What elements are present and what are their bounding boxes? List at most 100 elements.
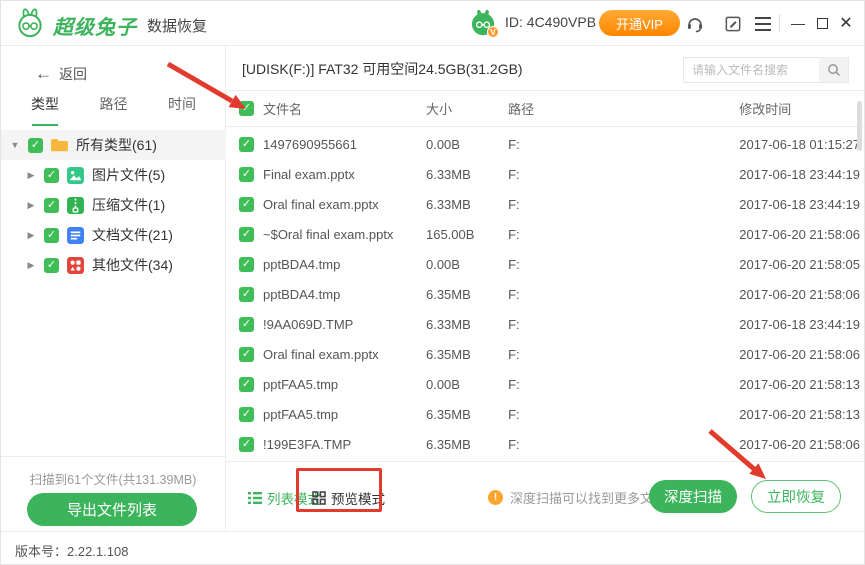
- row-checkbox[interactable]: [239, 377, 254, 392]
- cell-file-path: F:: [508, 227, 730, 242]
- close-button[interactable]: ✕: [835, 11, 857, 35]
- expander-icon[interactable]: ▶: [25, 260, 37, 271]
- tree-item-label: 所有类型(61): [76, 135, 157, 155]
- export-file-list-button[interactable]: 导出文件列表: [27, 493, 197, 526]
- table-row[interactable]: pptBDA4.tmp 6.35MB F: 2017-06-20 21:58:0…: [226, 279, 865, 309]
- sidebar-tab[interactable]: 类型: [31, 94, 59, 126]
- cell-file-size: 0.00B: [426, 137, 499, 152]
- cell-file-size: 6.35MB: [426, 347, 499, 362]
- titlebar: 超级兔子 数据恢复 V ID: 4C490VPB 开通VIP: [1, 1, 865, 46]
- file-type-tree: ▼ 所有类型(61) ▶: [1, 130, 226, 280]
- expander-icon[interactable]: ▶: [25, 170, 37, 181]
- cell-modified-time: 2017-06-20 21:58:05: [739, 257, 865, 272]
- checkbox[interactable]: [28, 138, 43, 153]
- row-checkbox[interactable]: [239, 137, 254, 152]
- cell-modified-time: 2017-06-20 21:58:06: [739, 227, 865, 242]
- expander-icon[interactable]: ▼: [9, 140, 21, 150]
- tree-item[interactable]: ▶ 图片文件(5): [1, 160, 226, 190]
- tree-item-label: 图片文件(5): [92, 165, 165, 185]
- row-checkbox[interactable]: [239, 197, 254, 212]
- table-row[interactable]: Oral final exam.pptx 6.35MB F: 2017-06-2…: [226, 339, 865, 369]
- footer: 版本号：2.22.1.108: [1, 531, 865, 565]
- cell-file-path: F:: [508, 377, 730, 392]
- checkbox[interactable]: [44, 258, 59, 273]
- menu-icon[interactable]: [751, 12, 775, 36]
- app-logo: 超级兔子 数据恢复: [15, 8, 207, 43]
- column-header-name[interactable]: 文件名: [263, 99, 417, 118]
- table-row[interactable]: Final exam.pptx 6.33MB F: 2017-06-18 23:…: [226, 159, 865, 189]
- file-type-icon: [50, 136, 69, 155]
- cell-file-size: 0.00B: [426, 257, 499, 272]
- table-row[interactable]: 1497690955661 0.00B F: 2017-06-18 01:15:…: [226, 129, 865, 159]
- minimize-button[interactable]: —: [787, 11, 809, 35]
- table-row[interactable]: pptFAA5.tmp 6.35MB F: 2017-06-20 21:58:1…: [226, 399, 865, 429]
- user-id: ID: 4C490VPB: [505, 14, 596, 30]
- row-checkbox[interactable]: [239, 227, 254, 242]
- cell-file-name: !199E3FA.TMP: [263, 437, 417, 452]
- maximize-button[interactable]: [811, 11, 833, 35]
- sidebar-tab[interactable]: 路径: [100, 94, 128, 126]
- rabbit-logo-icon: [15, 8, 45, 43]
- tree-item[interactable]: ▶ 文档文件(21): [1, 220, 226, 250]
- file-type-icon: [66, 166, 85, 185]
- table-row[interactable]: Oral final exam.pptx 6.33MB F: 2017-06-1…: [226, 189, 865, 219]
- feedback-icon[interactable]: [721, 12, 745, 36]
- cell-file-name: Oral final exam.pptx: [263, 197, 417, 212]
- preview-mode-button[interactable]: 预览模式: [312, 488, 385, 508]
- back-button[interactable]: ← 返回: [35, 64, 87, 84]
- recover-now-button[interactable]: 立即恢复: [751, 480, 841, 513]
- customer-service-icon[interactable]: [683, 12, 707, 36]
- row-checkbox[interactable]: [239, 257, 254, 272]
- expander-icon[interactable]: ▶: [25, 200, 37, 211]
- sidebar-tabs: 类型 路径 时间: [1, 94, 226, 126]
- user-avatar[interactable]: V: [469, 9, 497, 37]
- table-row[interactable]: !9AA069D.TMP 6.33MB F: 2017-06-18 23:44:…: [226, 309, 865, 339]
- cell-modified-time: 2017-06-20 21:58:06: [739, 347, 865, 362]
- search-button[interactable]: [819, 57, 849, 83]
- row-checkbox[interactable]: [239, 287, 254, 302]
- cell-file-size: 6.33MB: [426, 197, 499, 212]
- cell-file-name: pptFAA5.tmp: [263, 377, 417, 392]
- cell-file-path: F:: [508, 347, 730, 362]
- brand-title: 超级兔子: [53, 11, 137, 40]
- bottom-bar: 列表模式 预览模式 ! 深度扫描可以找到更多文件 深度扫描 立即恢复: [226, 461, 865, 531]
- open-vip-button[interactable]: 开通VIP: [599, 10, 680, 36]
- expander-icon[interactable]: ▶: [25, 230, 37, 241]
- row-checkbox[interactable]: [239, 407, 254, 422]
- row-checkbox[interactable]: [239, 347, 254, 362]
- file-type-icon: [66, 226, 85, 245]
- search-icon: [827, 63, 841, 77]
- table-row[interactable]: pptFAA5.tmp 0.00B F: 2017-06-20 21:58:13: [226, 369, 865, 399]
- row-checkbox[interactable]: [239, 167, 254, 182]
- deep-scan-button[interactable]: 深度扫描: [649, 480, 737, 513]
- select-all-checkbox[interactable]: [239, 101, 254, 116]
- back-arrow-icon: ←: [35, 64, 52, 84]
- tree-item[interactable]: ▼ 所有类型(61): [1, 130, 226, 160]
- scrollbar-thumb[interactable]: [857, 101, 862, 151]
- checkbox[interactable]: [44, 228, 59, 243]
- table-row[interactable]: ~$Oral final exam.pptx 165.00B F: 2017-0…: [226, 219, 865, 249]
- checkbox[interactable]: [44, 168, 59, 183]
- file-type-icon: [66, 196, 85, 215]
- cell-modified-time: 2017-06-18 23:44:19: [739, 167, 865, 182]
- column-header-time[interactable]: 修改时间: [739, 99, 865, 118]
- cell-file-name: Final exam.pptx: [263, 167, 417, 182]
- column-header-path[interactable]: 路径: [508, 99, 730, 118]
- row-checkbox[interactable]: [239, 317, 254, 332]
- row-checkbox[interactable]: [239, 437, 254, 452]
- checkbox[interactable]: [44, 198, 59, 213]
- table-row[interactable]: pptBDA4.tmp 0.00B F: 2017-06-20 21:58:05: [226, 249, 865, 279]
- tree-item[interactable]: ▶ 压缩文件(1): [1, 190, 226, 220]
- table-row[interactable]: !199E3FA.TMP 6.35MB F: 2017-06-20 21:58:…: [226, 429, 865, 459]
- cell-file-name: !9AA069D.TMP: [263, 317, 417, 332]
- cell-file-size: 165.00B: [426, 227, 499, 242]
- list-mode-button[interactable]: 列表模式: [248, 488, 321, 508]
- tree-item[interactable]: ▶ 其他文件(34): [1, 250, 226, 280]
- search-input[interactable]: [683, 57, 819, 83]
- warning-icon: !: [488, 490, 503, 505]
- sidebar-tab[interactable]: 时间: [168, 94, 196, 126]
- cell-modified-time: 2017-06-18 01:15:27: [739, 137, 865, 152]
- column-header-size[interactable]: 大小: [426, 99, 499, 118]
- cell-file-path: F:: [508, 287, 730, 302]
- deep-scan-tip-text: 深度扫描可以找到更多文件: [510, 488, 666, 507]
